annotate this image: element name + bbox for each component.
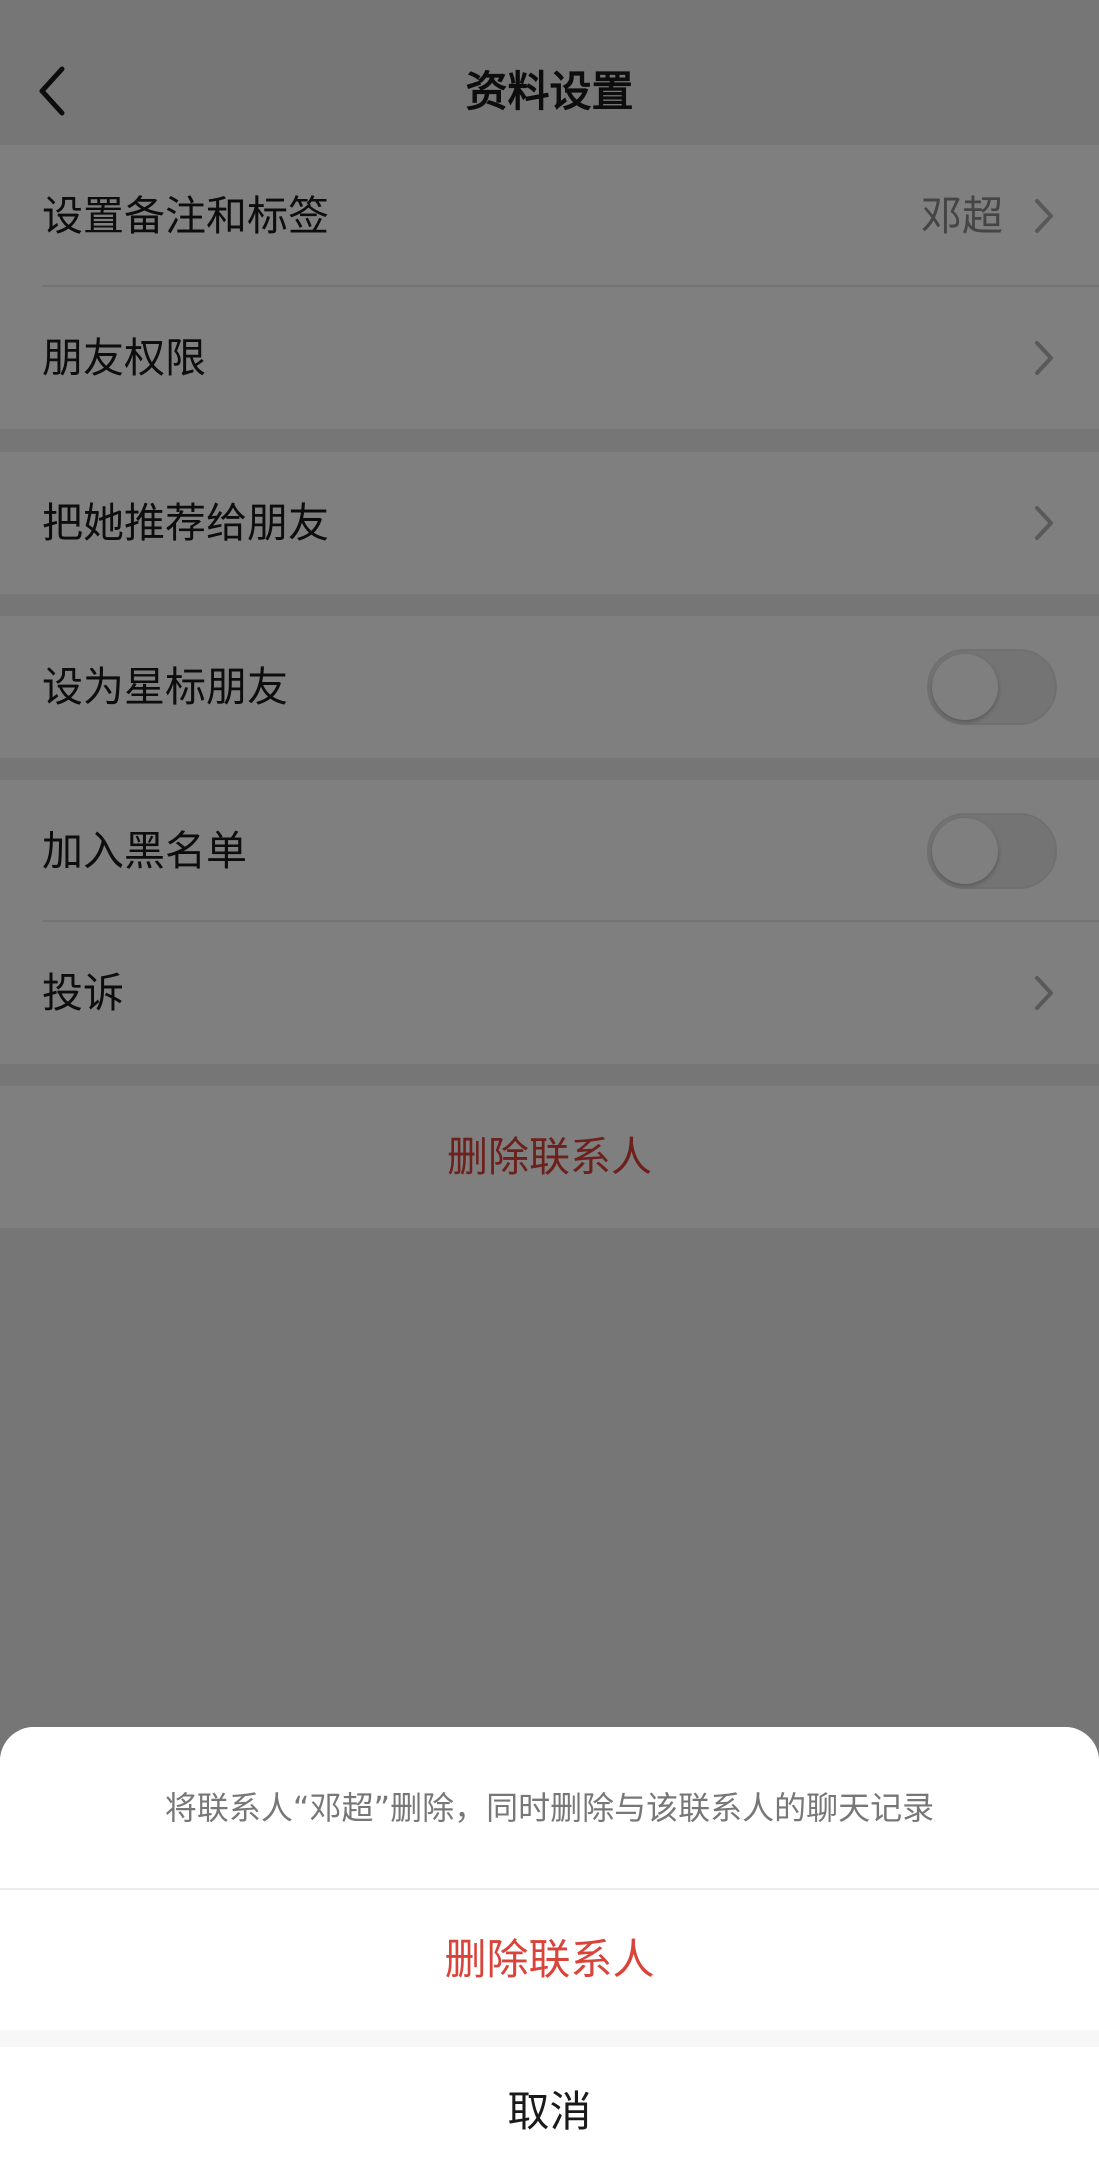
action-sheet-message: 将联系人“邓超”删除，同时删除与该联系人的聊天记录 [0,1727,1099,1890]
action-sheet: 将联系人“邓超”删除，同时删除与该联系人的聊天记录 删除联系人 取消 [0,1727,1099,2166]
sheet-delete-contact-button[interactable]: 删除联系人 [0,1890,1099,2030]
sheet-cancel-button[interactable]: 取消 [0,2047,1099,2166]
contact-settings-screen: 资料设置 设置备注和标签 邓超 朋友权限 把她推荐给朋友 设为星标朋友 [0,0,1099,2166]
